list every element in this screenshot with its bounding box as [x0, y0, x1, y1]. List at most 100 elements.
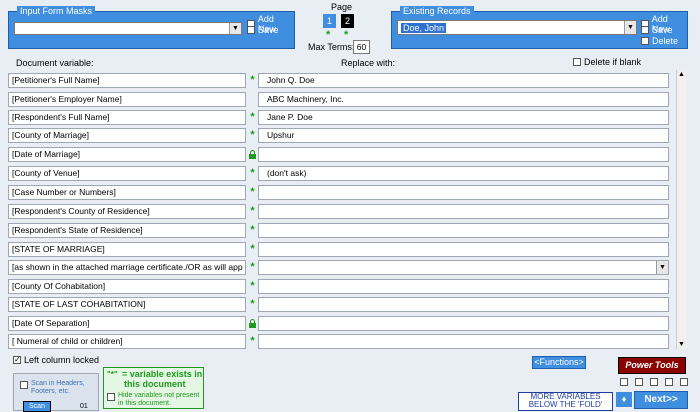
power-tools-checkboxes [620, 378, 691, 386]
checkbox-box[interactable] [665, 378, 673, 386]
scan-button[interactable]: Scan [23, 401, 51, 412]
record-delete-label: Delete [652, 36, 679, 46]
variable-exists-asterisk: * [250, 205, 255, 217]
hide-vars-checkbox[interactable]: Hide variables not present in this docum… [107, 392, 203, 408]
replace-value-input[interactable]: ABC Machinery, Inc. [258, 92, 669, 107]
variable-label: [Date of Marriage] [8, 147, 246, 162]
replace-value-text: Jane P. Doe [267, 112, 313, 122]
chevron-down-icon[interactable]: ▼ [229, 23, 241, 34]
variable-label: [as shown in the attached marriage certi… [8, 260, 246, 275]
checkbox-box[interactable]: ✓ [13, 356, 21, 364]
variable-label: [Respondent's Full Name] [8, 110, 246, 125]
checkbox-box[interactable] [573, 58, 581, 66]
input-form-masks-panel: Input Form Masks ▼ Add New Save [8, 6, 295, 49]
mask-save-checkbox[interactable]: Save [247, 25, 279, 35]
replace-value-input[interactable] [258, 242, 669, 257]
mask-select[interactable]: ▼ [14, 22, 242, 35]
variable-label: [County of Venue] [8, 166, 246, 181]
scroll-up-icon[interactable]: ▲ [678, 71, 685, 78]
max-terms-input[interactable]: 60 [353, 40, 370, 54]
replace-value-input[interactable] [258, 316, 669, 331]
replace-value-input[interactable] [258, 204, 669, 219]
more-variables-notice: MORE VARIABLES BELOW THE 'FOLD' [518, 392, 613, 411]
checkbox-box[interactable] [650, 378, 658, 386]
variable-label: [Date Of Separation] [8, 316, 246, 331]
max-terms-label: Max Terms: [308, 42, 355, 52]
variable-exists-asterisk: * [250, 111, 255, 123]
replace-value-text: John Q. Doe [267, 75, 315, 85]
checkbox-box[interactable] [635, 378, 643, 386]
replace-value-input[interactable] [258, 334, 669, 349]
page-2-asterisk: * [344, 29, 349, 41]
checkbox-box[interactable] [680, 378, 688, 386]
variable-exists-asterisk: * [250, 335, 255, 347]
page-button-2[interactable]: 2 [341, 14, 354, 28]
checkbox-box[interactable] [641, 26, 649, 34]
variable-label: [County Of Cohabitation] [8, 279, 246, 294]
variable-label: [Respondent's County of Residence] [8, 204, 246, 219]
functions-button[interactable]: <Functions> [532, 356, 586, 369]
lock-icon[interactable] [249, 319, 256, 328]
scan-headers-checkbox[interactable]: Scan in Headers, Footers, etc. [20, 380, 86, 396]
page-label: Page [331, 2, 353, 12]
replace-value-input[interactable] [258, 185, 669, 200]
replace-value-input[interactable]: Upshur [258, 128, 669, 143]
replace-value-text: Upshur [267, 130, 295, 140]
legend-box: "*" = variable exists in this document H… [103, 367, 204, 409]
variable-label: [Petitioner's Employer Name] [8, 92, 246, 107]
variable-exists-asterisk: * [250, 224, 255, 236]
record-save-label: Save [652, 25, 673, 35]
replace-value-input[interactable] [258, 279, 669, 294]
variable-exists-asterisk: * [250, 167, 255, 179]
variable-label: [County of Marriage] [8, 128, 246, 143]
variable-exists-asterisk: * [250, 261, 255, 273]
scan-headers-label: Scan in Headers, Footers, etc. [31, 380, 85, 395]
variable-label: [Respondent's State of Residence] [8, 223, 246, 238]
left-column-locked-label: Left column locked [24, 355, 100, 365]
rows-scrollbar[interactable]: ▲ ▼ [676, 70, 687, 349]
existing-records-panel: Existing Records Doe, John ▼ Add New Sav… [391, 6, 688, 49]
power-tools-button[interactable]: Power Tools [618, 357, 686, 374]
record-save-checkbox[interactable]: Save [641, 25, 673, 35]
checkbox-box[interactable] [20, 381, 28, 389]
replace-value-input[interactable]: Jane P. Doe [258, 110, 669, 125]
variable-exists-asterisk: * [250, 186, 255, 198]
hide-vars-label: Hide variables not present in this docum… [118, 392, 200, 407]
variable-label: [Case Number or Numbers] [8, 185, 246, 200]
next-button[interactable]: Next>> [634, 391, 688, 409]
scan-panel: Scan in Headers, Footers, etc. Scan 01 [13, 373, 99, 412]
record-select[interactable]: Doe, John ▼ [397, 20, 637, 35]
document-variable-header: Document variable: [16, 58, 94, 68]
replace-value-input[interactable]: John Q. Doe [258, 73, 669, 88]
mask-save-label: Save [258, 25, 279, 35]
delete-if-blank-label: Delete if blank [584, 57, 642, 67]
checkbox-box[interactable] [620, 378, 628, 386]
scroll-down-icon[interactable]: ▼ [678, 341, 685, 348]
checkbox-box[interactable] [641, 37, 649, 45]
legend-line1: = variable exists in [122, 369, 203, 379]
left-column-locked-checkbox[interactable]: ✓ Left column locked [13, 355, 99, 365]
variable-exists-asterisk: * [250, 298, 255, 310]
masks-panel-title: Input Form Masks [17, 6, 96, 17]
chevron-down-icon[interactable]: ▼ [656, 261, 668, 274]
replace-value-input[interactable] [258, 147, 669, 162]
lock-icon[interactable] [249, 150, 256, 159]
record-delete-checkbox[interactable]: Delete [641, 36, 678, 46]
replace-with-header: Replace with: [341, 58, 396, 68]
checkbox-box[interactable] [247, 26, 255, 34]
legend-line2: this document [124, 379, 186, 389]
page-button-1[interactable]: 1 [323, 14, 336, 28]
checkbox-box[interactable] [107, 393, 115, 401]
info-icon[interactable]: ♦ [616, 392, 632, 407]
variable-label: [Petitioner's Full Name] [8, 73, 246, 88]
variable-label: [STATE OF LAST COHABITATION] [8, 297, 246, 312]
delete-if-blank-checkbox[interactable]: Delete if blank [573, 57, 641, 67]
variable-exists-asterisk: * [250, 243, 255, 255]
replace-value-input[interactable] [258, 297, 669, 312]
replace-value-select[interactable]: ▼ [258, 260, 669, 275]
variable-label: [ Numeral of child or children] [8, 334, 246, 349]
replace-value-input[interactable] [258, 223, 669, 238]
replace-value-input[interactable]: (don't ask) [258, 166, 669, 181]
chevron-down-icon[interactable]: ▼ [624, 21, 636, 34]
variable-exists-asterisk: * [250, 280, 255, 292]
